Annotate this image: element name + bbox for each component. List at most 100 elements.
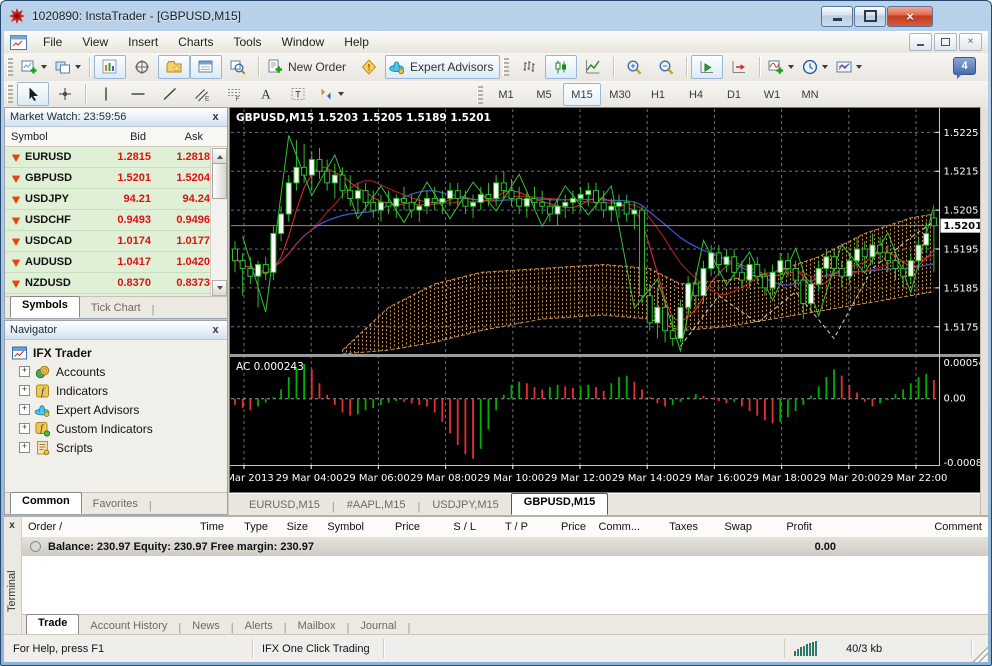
expand-plus-icon[interactable]: + [19,442,30,453]
navigator-toggle-button[interactable] [158,55,190,79]
vline-tool-button[interactable] [90,82,122,106]
terminal-column-comm[interactable]: Comm... [592,521,646,533]
mdi-minimize-button[interactable] [909,33,932,51]
navigator-item-accounts[interactable]: +Accounts [5,362,227,381]
quote-row-audusd[interactable]: AUDUSD1.04171.0420 [5,252,227,273]
line-chart-mode-button[interactable] [577,55,609,79]
terminal-column-profit[interactable]: Profit [758,521,818,533]
templates-button[interactable] [832,55,866,79]
scroll-up-button[interactable] [212,148,227,164]
scrollbar-thumb[interactable] [212,163,227,199]
terminal-tab-trade[interactable]: Trade [26,614,79,636]
chart-tab-gbpusd-m15[interactable]: GBPUSD,M15 [511,493,609,515]
periods-button[interactable] [798,55,832,79]
terminal-column-time[interactable]: Time [152,521,230,533]
timeframe-m5[interactable]: M5 [525,83,563,106]
column-header-bid[interactable]: Bid [95,131,152,143]
cursor-tool-button[interactable] [17,82,49,106]
timeframe-m30[interactable]: M30 [601,83,639,106]
maximize-button[interactable] [854,6,886,27]
indicators-list-button[interactable] [764,55,798,79]
quote-row-nzdusd[interactable]: NZDUSD0.83700.8373 [5,273,227,294]
chart-tab-usdjpy-m15[interactable]: USDJPY,M15 [420,497,510,515]
terminal-column-sl[interactable]: S / L [426,521,482,533]
timeframe-mn[interactable]: MN [791,83,829,106]
expand-plus-icon[interactable]: + [19,423,30,434]
timeframe-h4[interactable]: H4 [677,83,715,106]
chart-tab-eurusd-m15[interactable]: EURUSD,M15 [237,497,332,515]
navigator-close-button[interactable]: x [209,324,222,337]
resize-grip[interactable] [972,640,988,662]
terminal-column-price[interactable]: Price [534,521,592,533]
menu-tools[interactable]: Tools [224,32,272,52]
navigator-root-ifx-trader[interactable]: IFX Trader [5,343,227,362]
chart-tab--aapl-m15[interactable]: #AAPL,M15 [335,497,418,515]
terminal-column-tp[interactable]: T / P [482,521,534,533]
bar-chart-mode-button[interactable] [513,55,545,79]
price-chart-canvas[interactable]: 1.52251.52151.52051.51951.51851.51751.52… [230,108,986,492]
terminal-balance-row[interactable]: Balance: 230.97 Equity: 230.97 Free marg… [22,537,988,556]
trendline-tool-button[interactable] [154,82,186,106]
terminal-column-swap[interactable]: Swap [704,521,758,533]
zoom-out-button[interactable] [650,55,682,79]
navigator-item-expert-advisors[interactable]: +Expert Advisors [5,400,227,419]
profiles-button[interactable] [51,55,85,79]
fibonacci-tool-button[interactable]: F [218,82,250,106]
quote-row-usdcad[interactable]: USDCAD1.01741.0177 [5,231,227,252]
quote-row-eurusd[interactable]: EURUSD1.28151.2818 [5,147,227,168]
toolbar-grip[interactable] [503,58,509,76]
terminal-column-comment[interactable]: Comment [818,521,988,533]
new-chart-button[interactable] [17,55,51,79]
important-button-button[interactable]: ! [353,55,385,79]
navigator-tab-favorites[interactable]: Favorites [82,496,149,514]
minimize-button[interactable] [821,6,853,27]
expert-advisors-toggle-button[interactable]: Expert Advisors [385,55,500,79]
market-watch-toggle-button[interactable] [94,55,126,79]
title-bar[interactable]: 1020890: InstaTrader - [GBPUSD,M15] × [1,1,991,31]
expand-plus-icon[interactable]: + [19,366,30,377]
chart-shift-button[interactable] [723,55,755,79]
terminal-column-order[interactable]: Order / [22,521,152,533]
chart-window[interactable]: 1.52251.52151.52051.51951.51851.51751.52… [229,107,987,493]
timeframe-m1[interactable]: M1 [487,83,525,106]
terminal-close-button[interactable]: x [6,520,18,532]
toolbar-grip[interactable] [7,58,13,76]
hline-tool-button[interactable] [122,82,154,106]
menu-window[interactable]: Window [272,32,335,52]
mdi-child-icon[interactable] [10,35,27,50]
navigator-tab-common[interactable]: Common [10,492,82,514]
market-watch-tab-symbols[interactable]: Symbols [10,296,80,318]
quote-row-gbpusd[interactable]: GBPUSD1.52011.5204 [5,168,227,189]
menu-charts[interactable]: Charts [168,32,223,52]
market-watch-scrollbar[interactable] [210,147,227,297]
mdi-restore-button[interactable] [934,33,957,51]
expand-plus-icon[interactable]: + [19,385,30,396]
comments-badge[interactable]: 4 [953,57,976,75]
text-tool-button[interactable]: A [250,82,282,106]
terminal-column-price[interactable]: Price [370,521,426,533]
terminal-column-symbol[interactable]: Symbol [314,521,370,533]
timeframe-m15[interactable]: M15 [563,83,601,106]
auto-scroll-button[interactable] [691,55,723,79]
terminal-column-type[interactable]: Type [230,521,274,533]
candlestick-mode-button[interactable] [545,55,577,79]
market-watch-close-button[interactable]: x [209,111,222,124]
one-click-trading-toggle[interactable]: IFX One Click Trading [253,639,384,658]
market-watch-tab-tick-chart[interactable]: Tick Chart [80,300,152,318]
market-watch-title-bar[interactable]: Market Watch: 23:59:56 x [5,108,227,127]
close-button[interactable]: × [887,6,933,27]
data-window-toggle-button[interactable] [126,55,158,79]
navigator-item-scripts[interactable]: +Scripts [5,438,227,457]
terminal-column-size[interactable]: Size [274,521,314,533]
new-order-button-button[interactable]: New Order [263,55,353,79]
terminal-column-taxes[interactable]: Taxes [646,521,704,533]
menu-view[interactable]: View [72,32,118,52]
menu-insert[interactable]: Insert [118,32,168,52]
arrows-tool-button[interactable] [314,82,348,106]
timeframe-w1[interactable]: W1 [753,83,791,106]
crosshair-tool-button[interactable] [49,82,81,106]
strategy-tester-toggle-button[interactable] [222,55,254,79]
terminal-toggle-button[interactable] [190,55,222,79]
quote-row-usdjpy[interactable]: USDJPY94.2194.24 [5,189,227,210]
quote-row-usdchf[interactable]: USDCHF0.94930.9496 [5,210,227,231]
